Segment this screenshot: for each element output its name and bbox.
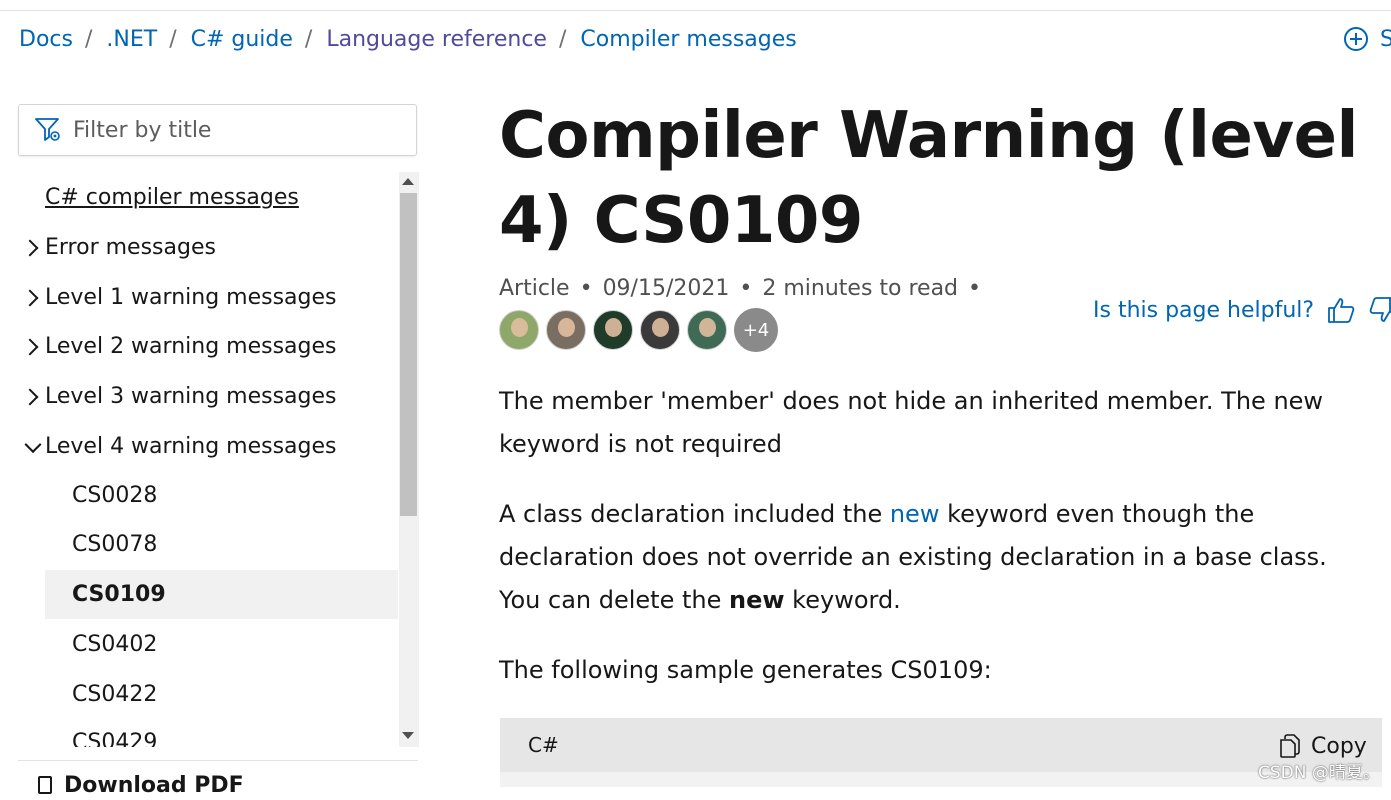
explanation-paragraph: A class declaration included the new key…: [499, 493, 1364, 622]
toc-item-level-3-warnings[interactable]: Level 3 warning messages: [18, 372, 398, 421]
copy-label: Copy: [1311, 733, 1367, 759]
more-contributors-button[interactable]: +4: [734, 308, 778, 352]
breadcrumb-separator: /: [169, 26, 177, 52]
watermark: CSDN @晴夏。: [1258, 763, 1380, 783]
code-block-header: [500, 718, 1382, 772]
breadcrumb-csharp-guide[interactable]: C# guide: [191, 27, 293, 52]
breadcrumb-separator: /: [304, 26, 313, 52]
filter-icon: [35, 118, 60, 141]
toc-item-label: Level 1 warning messages: [45, 285, 337, 310]
copy-icon: [1280, 734, 1300, 758]
contributors-list: +4: [499, 308, 785, 352]
toc-item-level-1-warnings[interactable]: Level 1 warning messages: [18, 273, 398, 322]
meta-separator: •: [579, 275, 593, 301]
breadcrumb-compiler-messages[interactable]: Compiler messages: [580, 27, 796, 52]
chevron-right-icon: [21, 239, 39, 256]
meta-separator: •: [739, 275, 753, 301]
contributor-avatar[interactable]: [640, 310, 680, 350]
contributor-avatar[interactable]: [593, 310, 633, 350]
page-title: Compiler Warning (level 4) CS0109: [499, 99, 1358, 258]
share-label: S: [1380, 26, 1391, 52]
chevron-right-icon: [21, 388, 39, 405]
toc-item-cs0402[interactable]: CS0402: [18, 620, 398, 669]
text-run: A class declaration included the: [499, 500, 890, 528]
breadcrumb-separator: /: [558, 26, 567, 52]
download-pdf-link[interactable]: Download PDF: [38, 770, 244, 800]
bold-keyword: new: [729, 586, 785, 614]
breadcrumb-dotnet[interactable]: .NET: [106, 27, 157, 52]
toc-item-csharp-compiler-messages[interactable]: C# compiler messages: [18, 173, 398, 222]
article-date: 09/15/2021: [602, 275, 730, 301]
toc-item-label: Level 2 warning messages: [45, 334, 337, 359]
contributor-avatar[interactable]: [687, 310, 727, 350]
toc-filter: [18, 104, 417, 156]
meta-separator: •: [968, 275, 982, 301]
breadcrumb-docs[interactable]: Docs: [19, 27, 73, 52]
toc-item-label: C# compiler messages: [45, 185, 299, 210]
thumbs-up-icon[interactable]: [1326, 296, 1356, 324]
share-button[interactable]: S: [1344, 24, 1391, 54]
chevron-down-icon: [24, 435, 42, 453]
article-type: Article: [499, 275, 570, 301]
toc-item-level-4-warnings[interactable]: Level 4 warning messages: [18, 422, 398, 471]
read-time: 2 minutes to read: [762, 275, 959, 301]
breadcrumb: Docs / .NET / C# guide / Language refere…: [19, 24, 797, 54]
toc-item-cs0078[interactable]: CS0078: [18, 520, 398, 569]
scroll-down-arrow-icon[interactable]: [402, 732, 414, 739]
toc-item-label: CS0422: [72, 682, 158, 707]
chevron-right-icon: [21, 338, 39, 355]
toc-item-label: CS0028: [72, 483, 158, 508]
code-language: C#: [528, 733, 559, 757]
contributor-avatar[interactable]: [546, 310, 586, 350]
document-icon: [38, 776, 52, 794]
toc-item-cs0429[interactable]: CS0429: [18, 718, 398, 747]
toc-item-cs0028[interactable]: CS0028: [18, 471, 398, 520]
toc-item-label: Error messages: [45, 235, 216, 260]
toc-item-error-messages[interactable]: Error messages: [18, 223, 398, 272]
code-block-body: [500, 772, 1382, 787]
toc-item-label: CS0078: [72, 532, 158, 557]
top-divider: [0, 10, 1391, 11]
toc-item-label: CS0402: [72, 632, 158, 657]
chevron-right-icon: [21, 289, 39, 306]
article-metadata: Article • 09/15/2021 • 2 minutes to read…: [499, 273, 991, 303]
breadcrumb-separator: /: [84, 26, 93, 52]
page-feedback: Is this page helpful?: [1093, 295, 1391, 325]
filter-input[interactable]: [73, 117, 373, 143]
scroll-up-arrow-icon[interactable]: [402, 178, 414, 185]
toc-scrollbar-thumb[interactable]: [400, 193, 417, 516]
toc-item-cs0109[interactable]: CS0109: [45, 570, 398, 619]
toc-item-cs0422[interactable]: CS0422: [18, 670, 398, 719]
table-of-contents: C# compiler messages Error messages Leve…: [18, 172, 398, 747]
toc-item-label: Level 3 warning messages: [45, 384, 337, 409]
download-pdf-label: Download PDF: [64, 772, 244, 798]
copy-code-button[interactable]: Copy: [1279, 731, 1367, 761]
breadcrumb-language-reference[interactable]: Language reference: [326, 27, 547, 52]
summary-paragraph: The member 'member' does not hide an inh…: [499, 387, 1324, 458]
toc-item-label: CS0429: [72, 730, 158, 747]
toc-item-level-2-warnings[interactable]: Level 2 warning messages: [18, 322, 398, 371]
toc-item-label: CS0109: [72, 582, 166, 607]
contributor-avatar[interactable]: [499, 310, 539, 350]
helpful-prompt: Is this page helpful?: [1093, 297, 1315, 323]
sample-intro-paragraph: The following sample generates CS0109:: [499, 656, 992, 684]
thumbs-down-icon[interactable]: [1368, 296, 1391, 324]
toc-divider: [18, 760, 418, 761]
text-run: keyword.: [784, 586, 901, 614]
add-circle-icon: [1344, 27, 1368, 51]
new-keyword-link[interactable]: new: [890, 500, 940, 528]
toc-item-label: Level 4 warning messages: [45, 434, 337, 459]
